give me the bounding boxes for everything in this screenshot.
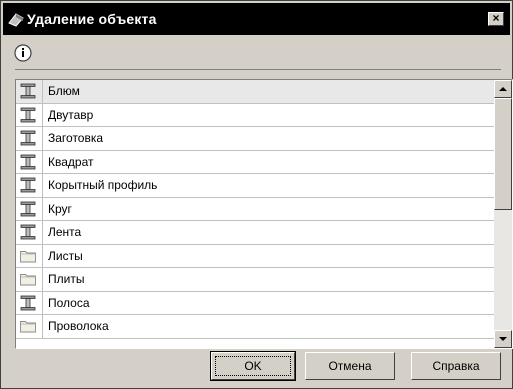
list-item-label: Заготовка	[48, 131, 104, 145]
list-item-label: Квадрат	[48, 154, 94, 169]
list-item[interactable]: Плиты	[16, 268, 494, 292]
column-divider	[42, 221, 43, 244]
list-rows: Блюм Двутавр Заготовка Квадрат Корытный проф…	[16, 80, 494, 339]
list-item-label: Блюм	[48, 84, 80, 98]
object-list[interactable]: Блюм Двутавр Заготовка Квадрат Корытный проф…	[15, 79, 513, 349]
column-divider	[42, 127, 43, 150]
delete-object-dialog: Удаление объекта × Блюм Двутавр Заготовка К…	[0, 0, 513, 389]
i-beam-icon	[19, 154, 37, 170]
list-item[interactable]: Полоса	[16, 291, 494, 315]
scroll-thumb[interactable]	[494, 98, 512, 210]
title-bar[interactable]: Удаление объекта ×	[3, 3, 510, 35]
folder-icon	[19, 271, 37, 287]
ok-button-label: OK	[244, 359, 262, 373]
column-divider	[42, 291, 43, 314]
info-icon[interactable]	[13, 43, 33, 63]
i-beam-icon	[19, 201, 37, 217]
list-item-label: Плиты	[48, 272, 85, 286]
close-button[interactable]: ×	[488, 12, 504, 26]
list-item[interactable]: Блюм	[16, 80, 494, 104]
arrow-up-icon	[499, 87, 507, 91]
i-beam-icon	[19, 177, 37, 193]
list-item-label: Лента	[48, 225, 82, 239]
help-button[interactable]: Справка	[411, 352, 501, 380]
i-beam-icon	[19, 107, 37, 123]
list-item-label: Полоса	[48, 295, 90, 310]
cancel-button-label: Отмена	[328, 359, 372, 373]
app-icon	[8, 13, 24, 27]
list-item[interactable]: Лента	[16, 221, 494, 245]
column-divider	[42, 315, 43, 338]
window-title: Удаление объекта	[27, 11, 157, 27]
list-item[interactable]: Корытный профиль	[16, 174, 494, 198]
list-item-label: Круг	[48, 201, 72, 216]
list-item-label: Корытный профиль	[48, 178, 158, 192]
list-item[interactable]: Заготовка	[16, 127, 494, 151]
cancel-button[interactable]: Отмена	[305, 352, 395, 380]
i-beam-icon	[19, 295, 37, 311]
arrow-down-icon	[499, 337, 507, 341]
list-item[interactable]: Двутавр	[16, 103, 494, 127]
column-divider	[42, 174, 43, 197]
i-beam-icon	[19, 224, 37, 240]
list-item-label: Двутавр	[48, 107, 94, 122]
folder-icon	[19, 318, 37, 334]
column-divider	[42, 197, 43, 220]
column-divider	[42, 244, 43, 267]
list-item[interactable]: Проволока	[16, 315, 494, 339]
scroll-up-button[interactable]	[494, 80, 512, 98]
column-divider	[42, 268, 43, 291]
scroll-down-button[interactable]	[494, 330, 512, 348]
column-divider	[42, 103, 43, 126]
help-button-label: Справка	[432, 359, 480, 373]
list-item[interactable]: Круг	[16, 197, 494, 221]
list-item[interactable]: Листы	[16, 244, 494, 268]
i-beam-icon	[19, 83, 37, 99]
vertical-scrollbar[interactable]	[494, 80, 512, 348]
list-item-label: Проволока	[48, 319, 109, 333]
list-item-label: Листы	[48, 248, 83, 263]
i-beam-icon	[19, 130, 37, 146]
toolbar-divider	[15, 69, 501, 70]
ok-button[interactable]: OK	[210, 351, 296, 381]
list-item[interactable]: Квадрат	[16, 150, 494, 174]
column-divider	[42, 150, 43, 173]
folder-icon	[19, 248, 37, 264]
column-divider	[42, 80, 43, 103]
